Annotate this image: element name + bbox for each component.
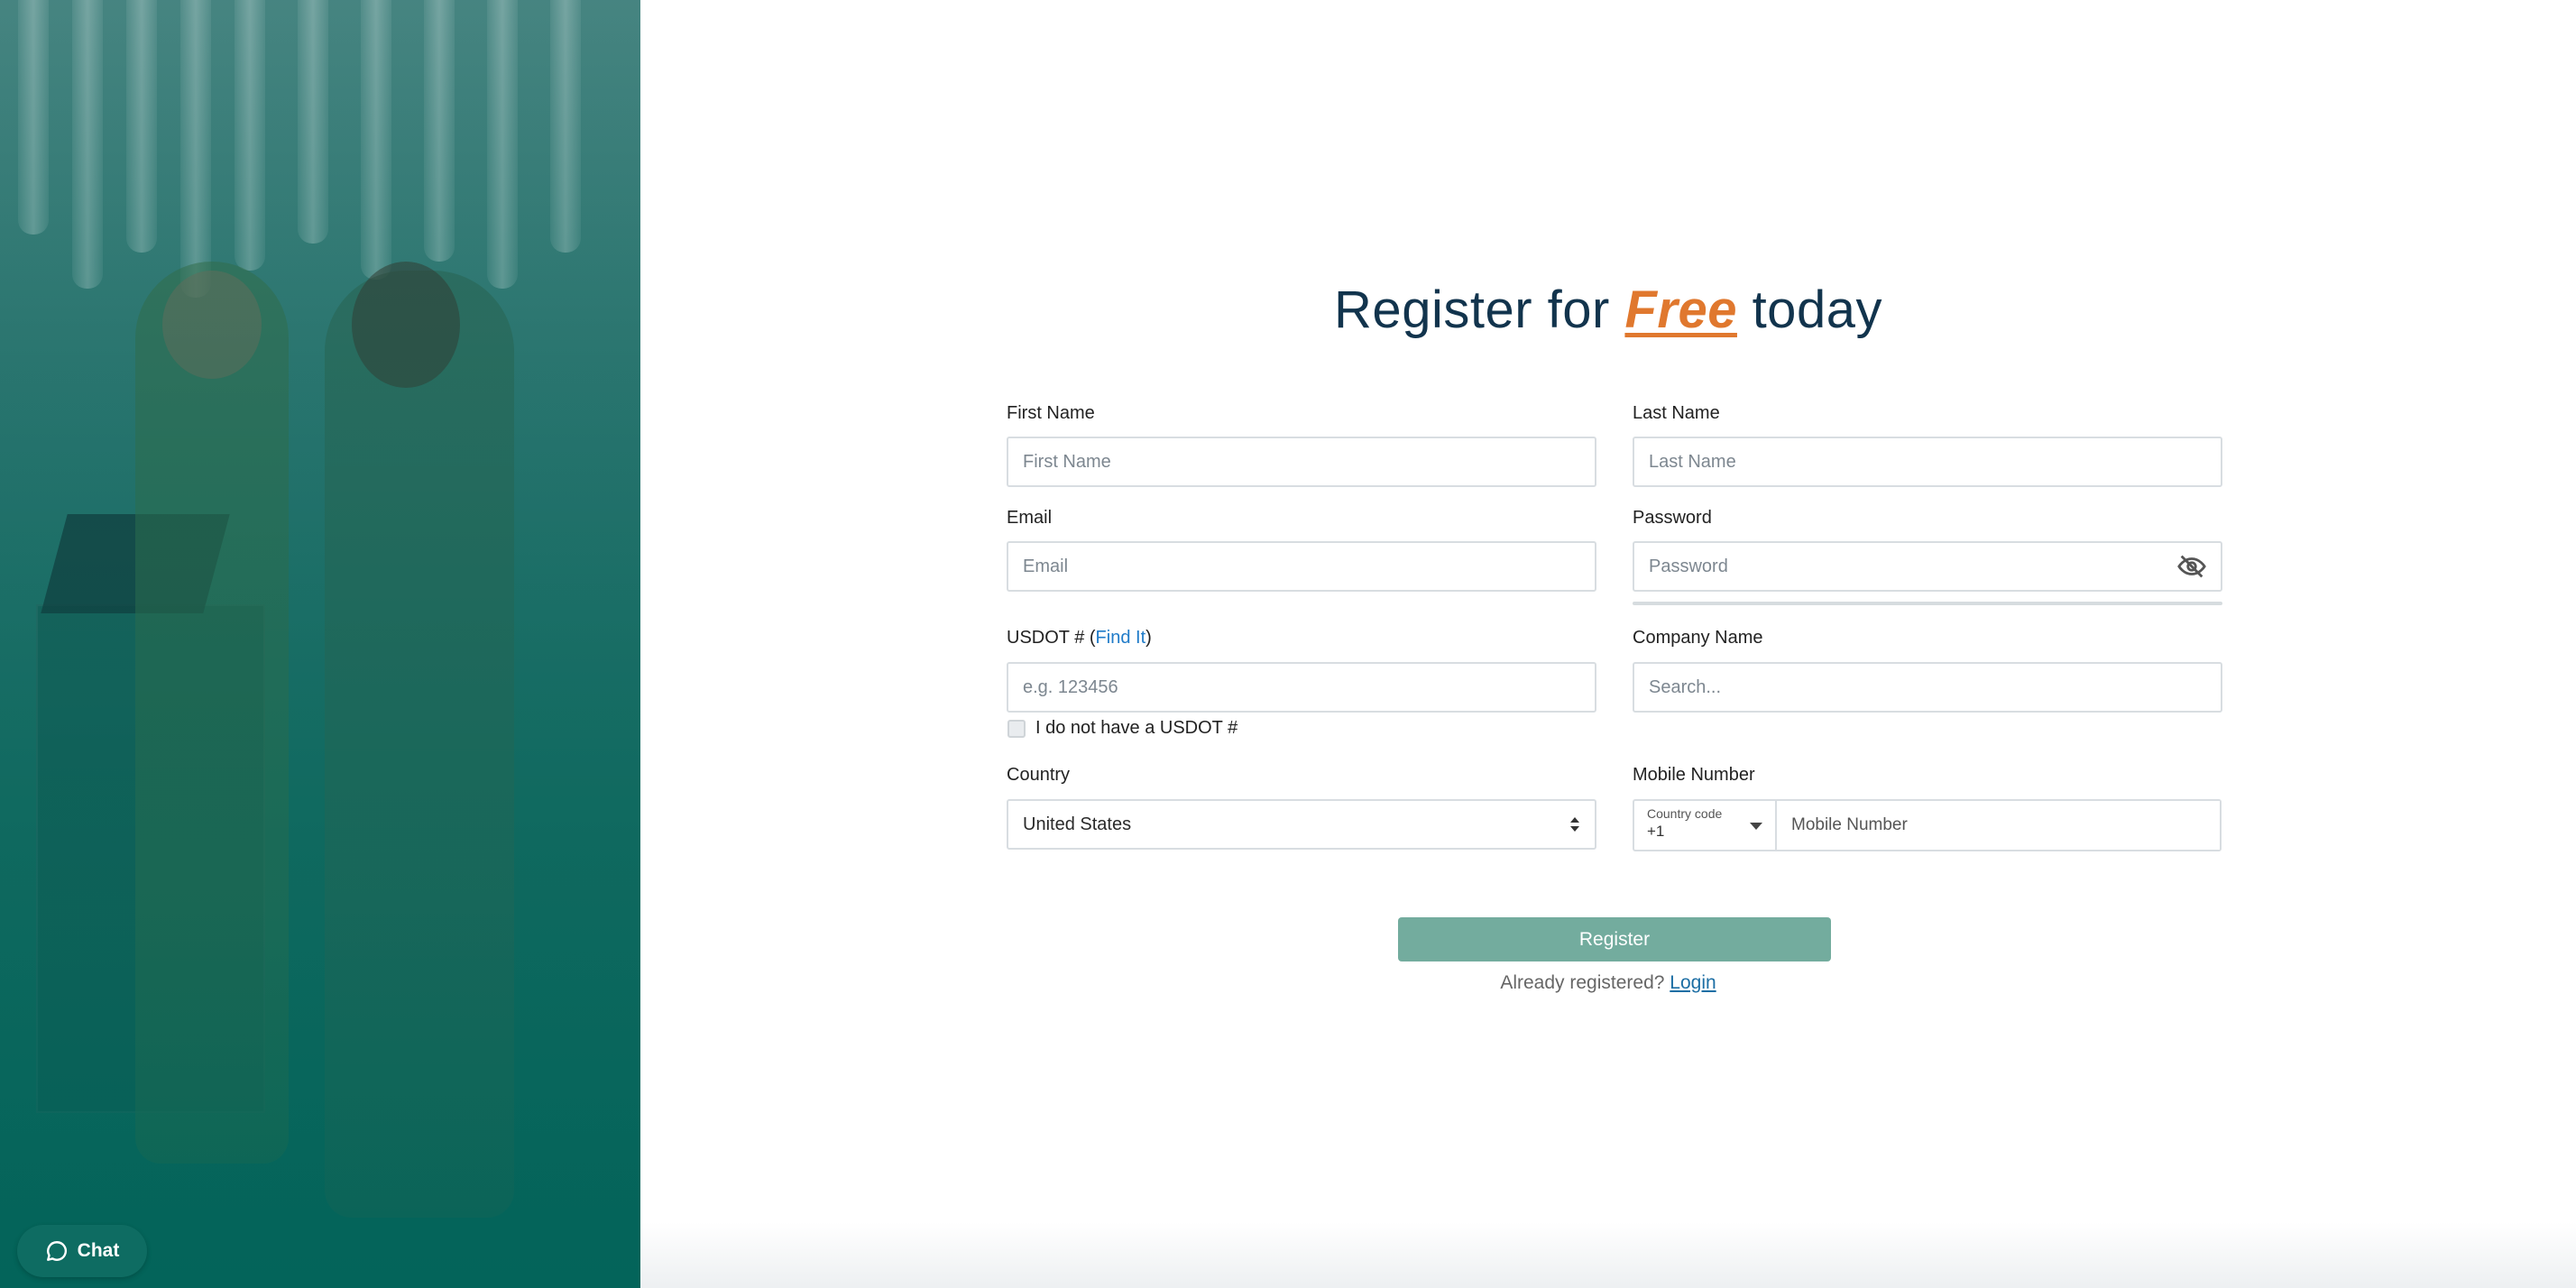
sort-arrows-icon — [1570, 817, 1579, 832]
mobile-number-group: Country code +1 — [1633, 799, 2222, 851]
usdot-label-prefix: USDOT # ( — [1007, 628, 1096, 648]
title-suffix: today — [1736, 281, 1882, 339]
usdot-field[interactable] — [1007, 662, 1596, 713]
first-name-label: First Name — [1007, 403, 1095, 423]
no-usdot-checkbox[interactable] — [1007, 720, 1026, 738]
hero-image — [0, 0, 640, 1288]
country-code-select[interactable]: Country code +1 — [1634, 801, 1777, 850]
usdot-label-suffix: ) — [1145, 628, 1152, 648]
last-name-field[interactable] — [1633, 437, 2222, 487]
mobile-number-field[interactable] — [1777, 801, 2220, 850]
find-it-link[interactable]: Find It — [1096, 628, 1146, 648]
password-label: Password — [1633, 508, 1712, 528]
chat-label: Chat — [77, 1240, 120, 1261]
page-title: Register for Free today — [640, 280, 2576, 340]
country-label: Country — [1007, 765, 1071, 785]
email-field[interactable] — [1007, 541, 1596, 592]
company-search-field[interactable] — [1633, 662, 2222, 713]
login-link[interactable]: Login — [1670, 972, 1716, 993]
eye-off-icon[interactable] — [2176, 551, 2207, 582]
already-registered-text: Already registered? — [1500, 972, 1665, 993]
chat-button[interactable]: Chat — [17, 1225, 147, 1277]
country-select[interactable]: United States — [1007, 799, 1596, 850]
country-selected-value: United States — [1023, 814, 1132, 834]
usdot-label: USDOT # (Find It) — [1007, 628, 1152, 649]
company-label: Company Name — [1633, 628, 1763, 648]
email-label: Email — [1007, 508, 1053, 528]
already-registered-line: Already registered? Login — [640, 972, 2576, 994]
chat-bubble-icon — [46, 1241, 67, 1261]
country-code-caption: Country code — [1647, 806, 1723, 821]
mobile-label: Mobile Number — [1633, 765, 1755, 785]
last-name-label: Last Name — [1633, 403, 1720, 423]
title-highlight: Free — [1624, 281, 1737, 339]
password-field[interactable] — [1633, 541, 2222, 592]
first-name-field[interactable] — [1007, 437, 1596, 487]
caret-down-icon — [1750, 823, 1762, 830]
no-usdot-label: I do not have a USDOT # — [1035, 718, 1238, 738]
title-prefix: Register for — [1334, 281, 1625, 339]
register-button[interactable]: Register — [1398, 917, 1831, 961]
password-strength-bar — [1633, 602, 2222, 605]
bottom-shade — [640, 1222, 2576, 1288]
